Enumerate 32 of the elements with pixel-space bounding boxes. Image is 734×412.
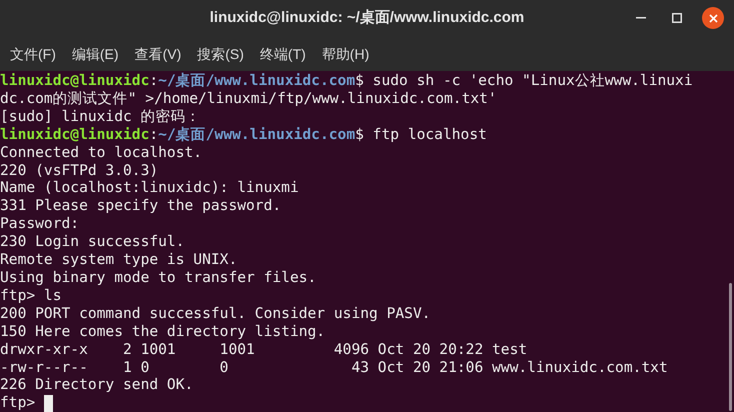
maximize-icon [672,13,682,23]
menu-item[interactable]: 帮助(H) [314,44,378,64]
menu-item[interactable]: 搜索(S) [189,44,252,64]
output-line: Using binary mode to transfer files. [0,268,318,287]
output-line: 226 Directory send OK. [0,376,194,394]
menu-item[interactable]: 终端(T) [252,44,314,64]
prompt-line: linuxidc@linuxidc:~/桌面/www.linuxidc.com$ sudo sh -c 'echo "Linux公社www.linuxi [0,72,694,90]
window-title: linuxidc@linuxidc: ~/桌面/www.linuxidc.com [210,8,524,28]
menu-item[interactable]: 查看(V) [126,44,190,64]
menu-item[interactable]: 文件(F) [2,44,64,64]
prompt-line: linuxidc@linuxidc:~/桌面/www.linuxidc.com$ ftp localhost [0,126,488,144]
cursor-block [44,394,53,412]
output-line: drwxr-xr-x 2 1001 1001 4096 Oct 20 20:22 test [0,340,528,358]
output-line: Password: [0,215,80,234]
output-line: -rw-r--r-- 1 0 0 43 Oct 20 21:06 www.linuxidc.com.txt [0,358,669,376]
output-line: Name (localhost:linuxidc): linuxmi [0,179,300,198]
output-line: 200 PORT command successful. Consider using PASV. [0,304,432,323]
output-line: 230 Login successful. [0,233,186,252]
menu-item[interactable]: 编辑(E) [64,44,127,64]
output-line: Remote system type is UNIX. [0,251,238,269]
output-line: Connected to localhost. [0,144,204,162]
close-icon [708,14,718,22]
input-prompt: ftp> [0,394,36,412]
output-line: dc.com的测试文件" >/home/linuxmi/ftp/www.linuxidc.com.txt' [0,90,498,108]
output-line: ftp> ls [0,286,63,305]
close-button[interactable] [702,7,724,29]
scrollbar-thumb[interactable] [729,283,732,411]
output-line: [sudo] linuxidc 的密码： [0,108,202,126]
output-line: 220 (vsFTPd 3.0.3) [0,162,160,180]
output-line: 331 Please specify the password. [0,197,282,216]
output-line: 150 Here comes the directory listing. [0,322,326,341]
minimize-icon [636,17,646,19]
